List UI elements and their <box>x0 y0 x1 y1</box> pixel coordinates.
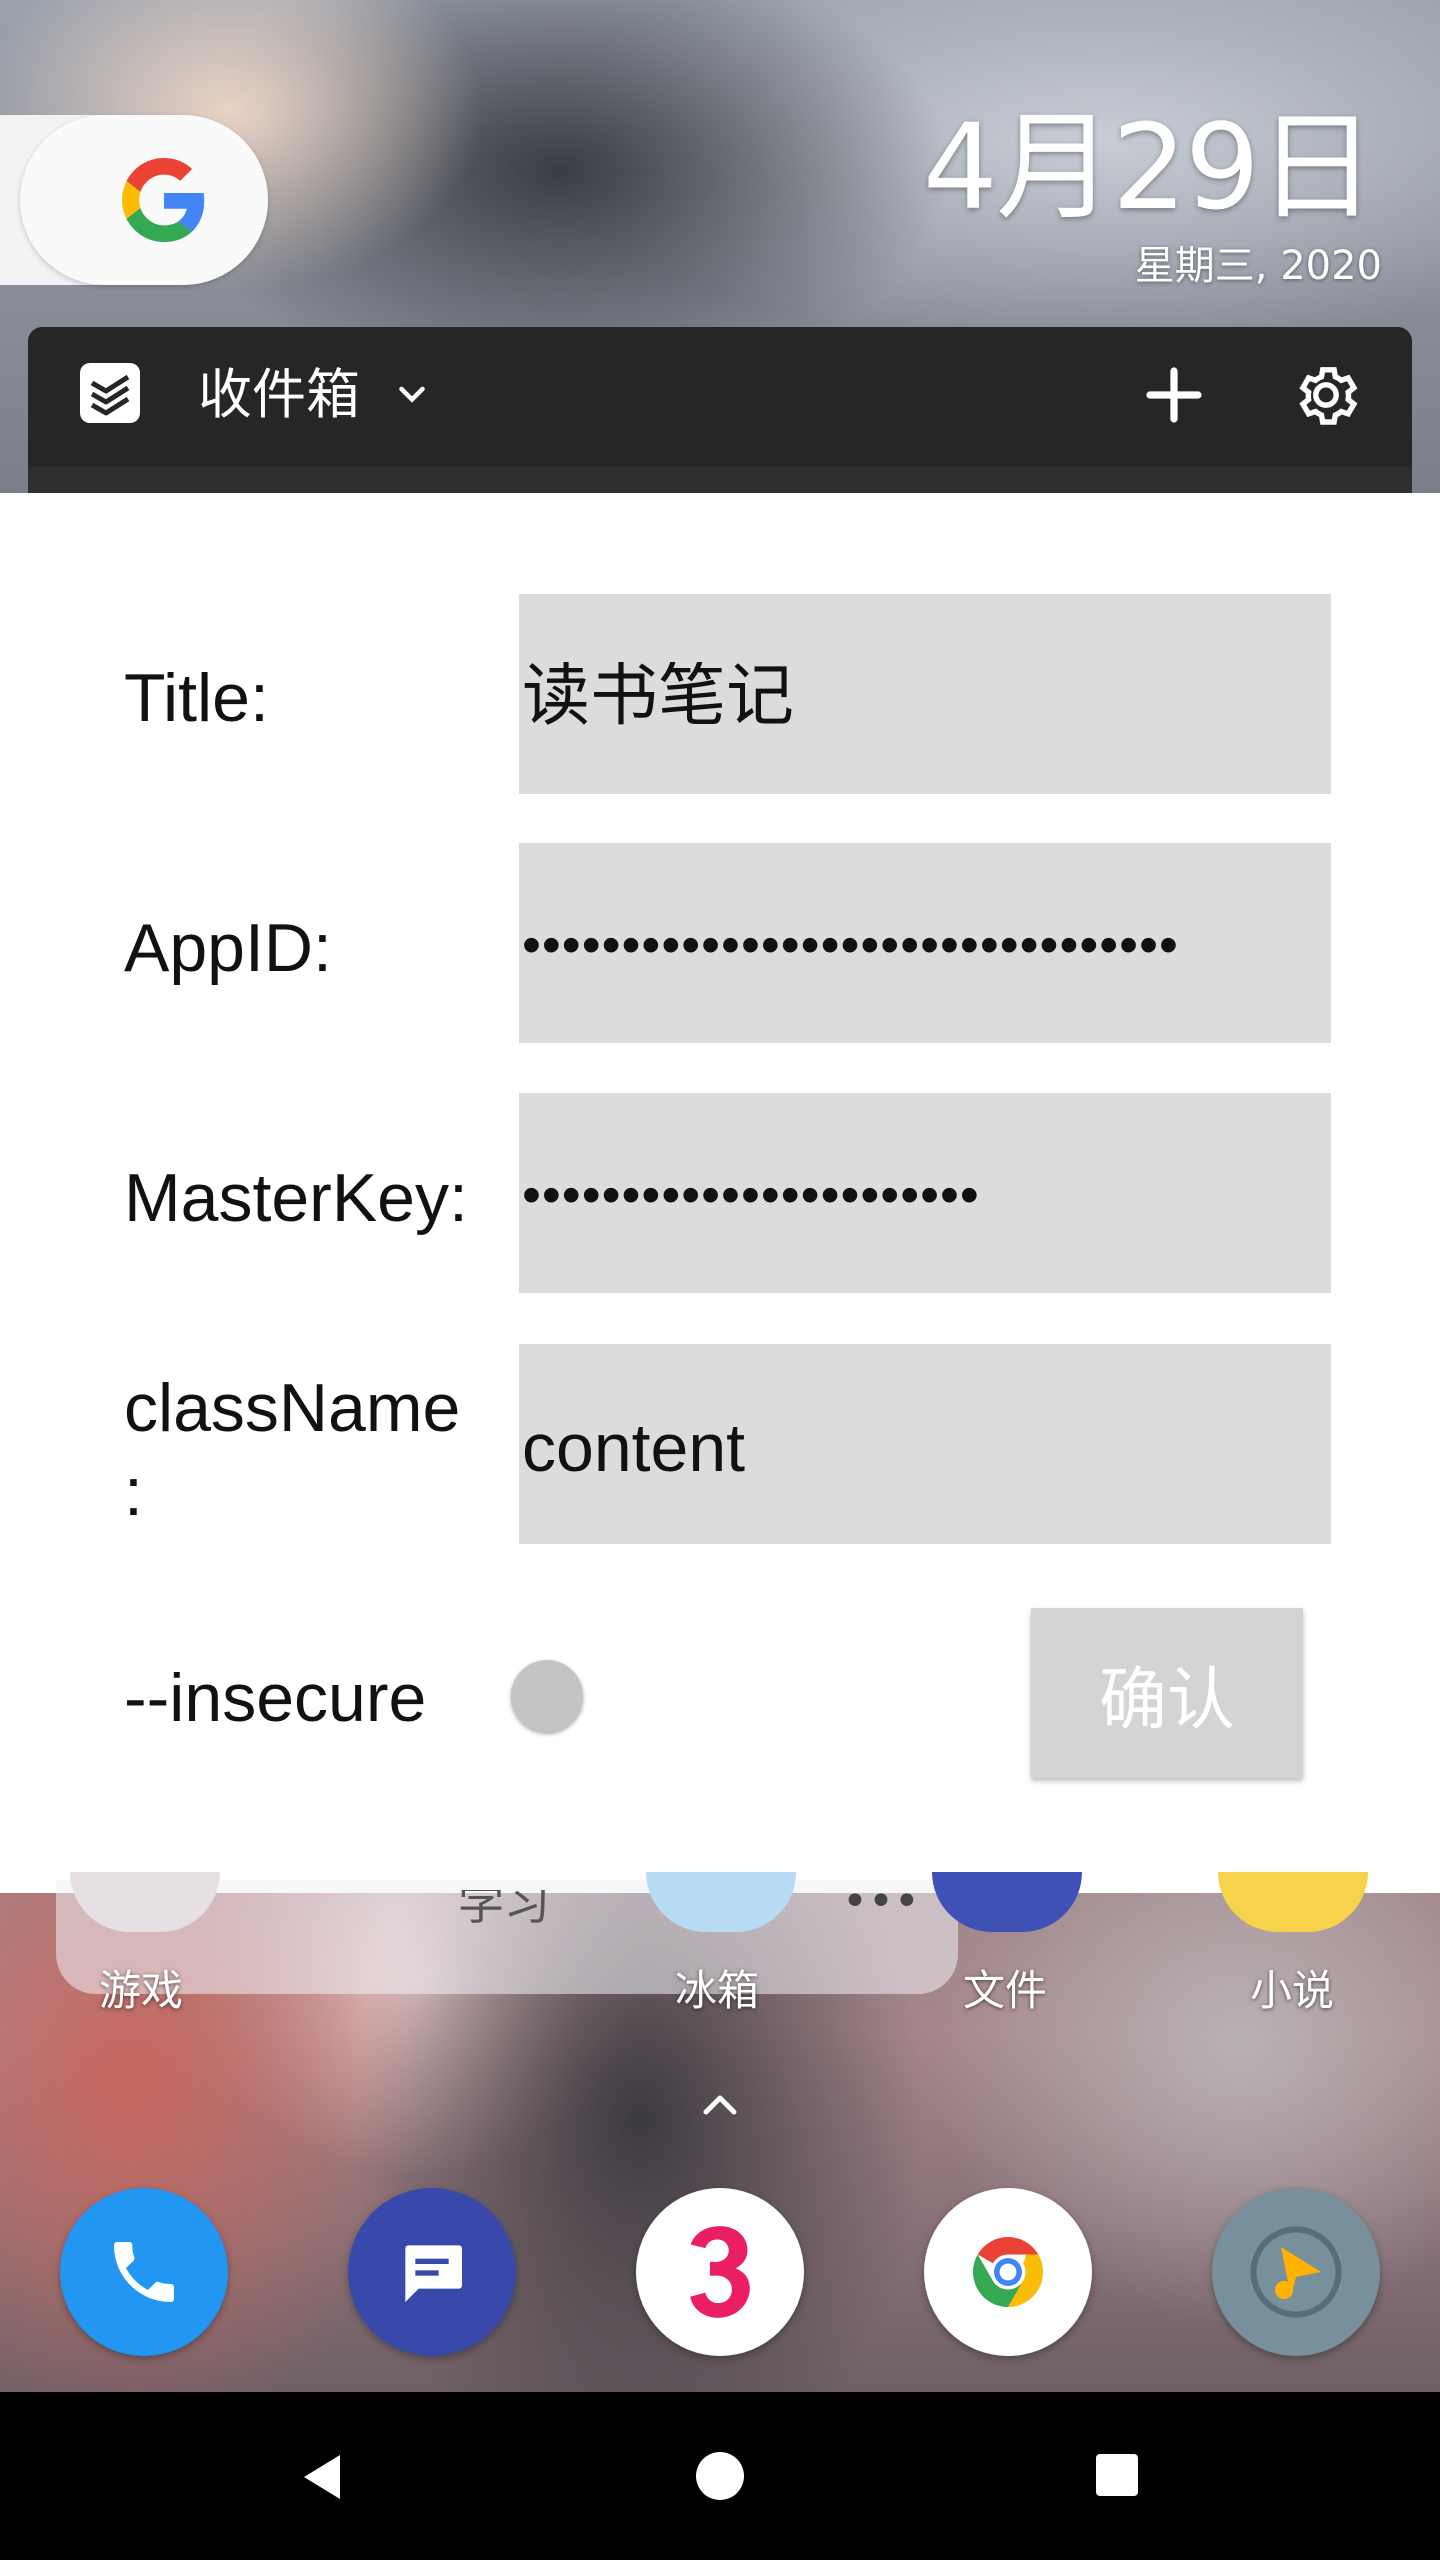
more-apps-indicator[interactable]: ••• <box>842 1880 920 1924</box>
app-logo-icon[interactable] <box>78 361 142 425</box>
app-label-games[interactable]: 游戏 <box>99 1970 183 2012</box>
classname-input-value[interactable]: content <box>522 1414 745 1482</box>
add-task-icon[interactable] <box>1138 359 1210 431</box>
music-app-icon[interactable] <box>1212 2188 1380 2356</box>
masterkey-input-value[interactable]: ••••••••••••••••••••••• <box>522 1168 980 1222</box>
todo-widget-header: 收件箱 <box>28 327 1412 467</box>
app-label-fridge[interactable]: 冰箱 <box>675 1970 759 2012</box>
google-g-icon <box>122 158 205 242</box>
clock-date[interactable]: 4月29日 <box>923 108 1376 226</box>
phone-icon <box>114 2242 174 2302</box>
app-label-novel[interactable]: 小说 <box>1250 1970 1334 2012</box>
title-label: Title: <box>124 660 269 736</box>
settings-gear-icon[interactable] <box>1290 359 1362 431</box>
red-app-icon[interactable] <box>636 2188 804 2356</box>
messages-icon <box>405 2245 462 2302</box>
insecure-toggle[interactable] <box>511 1660 583 1732</box>
recents-icon[interactable] <box>1096 2454 1138 2496</box>
widget-divider <box>28 467 1412 493</box>
home-icon[interactable] <box>696 2452 744 2500</box>
phone-app-icon[interactable] <box>60 2188 228 2356</box>
app-icon-3 <box>690 2226 750 2318</box>
chevron-down-icon[interactable] <box>394 377 430 413</box>
app-label-files[interactable]: 文件 <box>963 1970 1047 2012</box>
google-button[interactable] <box>20 115 268 285</box>
masterkey-label: MasterKey: <box>124 1160 468 1236</box>
google-search-widget[interactable] <box>0 115 268 285</box>
insecure-label: --insecure <box>124 1660 427 1736</box>
title-input-value[interactable]: 读书笔记 <box>522 662 794 730</box>
appid-label: AppID: <box>124 910 332 986</box>
project-selector-label[interactable]: 收件箱 <box>198 363 360 427</box>
chrome-app-icon[interactable] <box>924 2188 1092 2356</box>
music-icon <box>1250 2226 1342 2318</box>
back-icon[interactable] <box>300 2452 344 2502</box>
classname-label: className <box>124 1370 461 1446</box>
clock-weekday-year[interactable]: 星期三, 2020 <box>1135 246 1382 286</box>
app-drawer-chevron-icon[interactable] <box>700 2090 740 2118</box>
confirm-button[interactable]: 确认 <box>1031 1608 1303 1778</box>
appid-input-value[interactable]: ••••••••••••••••••••••••••••••••• <box>522 918 1330 972</box>
chrome-icon <box>973 2237 1043 2307</box>
classname-label-colon: : <box>124 1454 143 1530</box>
messages-app-icon[interactable] <box>348 2188 516 2356</box>
